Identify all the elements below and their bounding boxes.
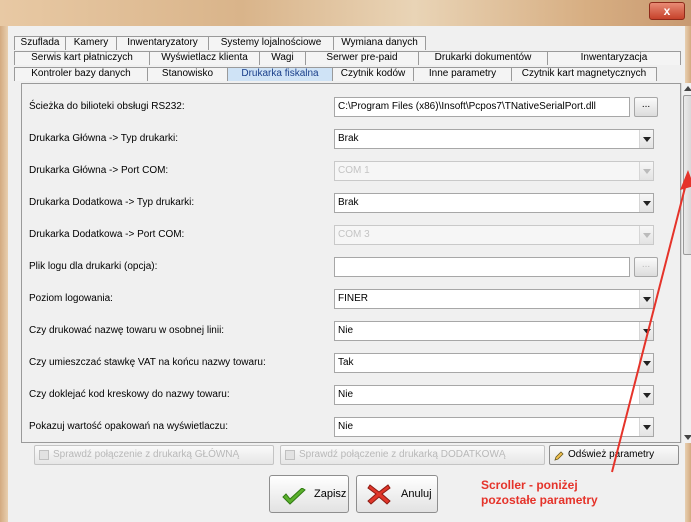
- tab-row-3: Kontroler bazy danych Stanowisko Drukark…: [14, 67, 657, 81]
- cross-icon: [367, 483, 391, 520]
- chevron-down-icon[interactable]: [639, 322, 653, 340]
- select-value: Brak: [338, 197, 359, 208]
- tab-inne-parametry[interactable]: Inne parametry: [413, 67, 512, 81]
- select-value: Tak: [338, 357, 354, 368]
- checkmark-icon: [282, 485, 306, 521]
- param-row: Poziom logowania: FINER: [22, 284, 662, 316]
- item-name-separate-line-select[interactable]: Nie: [334, 321, 654, 341]
- tab-row-2: Serwis kart płatniczych Wyświetlacz klie…: [14, 51, 681, 65]
- chevron-down-icon: [639, 162, 653, 180]
- select-value: Nie: [338, 389, 354, 400]
- annotation-line-1: Scroller - poniżej: [481, 478, 578, 492]
- param-label: Czy doklejać kod kreskowy do nazwy towar…: [29, 389, 230, 400]
- chevron-down-icon[interactable]: [639, 386, 653, 404]
- param-row: Drukarka Główna -> Port COM: COM 1: [22, 156, 662, 188]
- param-label: Pokazuj wartość opakowań na wyświetlaczu…: [29, 421, 228, 432]
- select-value: Nie: [338, 421, 354, 432]
- tab-wyswietlacz-klienta[interactable]: Wyświetlacz klienta: [149, 51, 260, 65]
- param-row: Ścieżka do bilioteki obsługi RS232: C:\P…: [22, 92, 662, 124]
- chevron-down-icon[interactable]: [639, 194, 653, 212]
- param-label: Plik logu dla drukarki (opcja):: [29, 261, 158, 272]
- check-extra-printer-button: Sprawdź połączenie z drukarką DODATKOWĄ: [280, 445, 545, 465]
- printer-icon: [285, 450, 295, 460]
- append-barcode-select[interactable]: Nie: [334, 385, 654, 405]
- select-value: COM 3: [338, 229, 370, 240]
- tab-czytnik-kodow[interactable]: Czytnik kodów: [332, 67, 414, 81]
- rs232-library-path-field[interactable]: C:\Program Files (x86)\Insoft\Pcpos7\TNa…: [334, 97, 630, 117]
- param-row: Pokazuj wartość opakowań na wyświetlaczu…: [22, 412, 662, 442]
- scroll-up-icon[interactable]: [684, 86, 691, 91]
- tab-drukarki-dokumentow[interactable]: Drukarki dokumentów: [418, 51, 548, 65]
- parameters-scrollbar[interactable]: [681, 83, 691, 443]
- param-label: Czy drukować nazwę towaru w osobnej lini…: [29, 325, 225, 336]
- printer-log-file-field[interactable]: [334, 257, 630, 277]
- button-label: Sprawdź połączenie z drukarką DODATKOWĄ: [299, 449, 506, 460]
- vat-at-name-end-select[interactable]: Tak: [334, 353, 654, 373]
- chevron-down-icon[interactable]: [639, 130, 653, 148]
- tab-systemy-lojalnosciowe[interactable]: Systemy lojalnościowe: [208, 36, 334, 50]
- save-button[interactable]: Zapisz: [269, 475, 349, 513]
- select-value: Nie: [338, 325, 354, 336]
- tab-drukarka-fiskalna[interactable]: Drukarka fiskalna: [227, 67, 333, 81]
- cancel-button[interactable]: Anuluj: [356, 475, 438, 513]
- tab-row-1: Szuflada Kamery Inwentaryzatory Systemy …: [14, 36, 426, 50]
- scrollbar-thumb[interactable]: [683, 95, 691, 255]
- param-row: Czy umieszczać stawkę VAT na końcu nazwy…: [22, 348, 662, 380]
- extra-printer-com-select: COM 3: [334, 225, 654, 245]
- param-row: Drukarka Dodatkowa -> Port COM: COM 3: [22, 220, 662, 252]
- pencil-icon: [554, 450, 564, 461]
- tab-kamery[interactable]: Kamery: [65, 36, 117, 50]
- tab-wagi[interactable]: Wagi: [259, 51, 306, 65]
- chevron-down-icon: [639, 226, 653, 244]
- button-label: Odśwież parametry: [568, 449, 655, 460]
- button-label: Zapisz: [314, 488, 347, 500]
- param-label: Poziom logowania:: [29, 293, 113, 304]
- tab-kontroler-bazy[interactable]: Kontroler bazy danych: [14, 67, 148, 81]
- param-label: Ścieżka do bilioteki obsługi RS232:: [29, 101, 185, 112]
- log-level-select[interactable]: FINER: [334, 289, 654, 309]
- button-label: Sprawdź połączenie z drukarką GŁÓWNĄ: [53, 449, 240, 460]
- param-label: Czy umieszczać stawkę VAT na końcu nazwy…: [29, 357, 266, 368]
- param-row: Drukarka Główna -> Typ drukarki: Brak: [22, 124, 662, 156]
- tab-czytnik-kart[interactable]: Czytnik kart magnetycznych: [511, 67, 657, 81]
- main-printer-type-select[interactable]: Brak: [334, 129, 654, 149]
- close-button[interactable]: x: [649, 2, 685, 20]
- chevron-down-icon[interactable]: [639, 290, 653, 308]
- parameters-panel: Ścieżka do bilioteki obsługi RS232: C:\P…: [21, 83, 681, 443]
- tab-serwis-kart[interactable]: Serwis kart płatniczych: [14, 51, 150, 65]
- extra-printer-type-select[interactable]: Brak: [334, 193, 654, 213]
- param-row: Czy drukować nazwę towaru w osobnej lini…: [22, 316, 662, 348]
- window-frame-left: [0, 26, 8, 522]
- tab-wymiana-danych[interactable]: Wymiana danych: [333, 36, 426, 50]
- param-row: Czy doklejać kod kreskowy do nazwy towar…: [22, 380, 662, 412]
- chevron-down-icon[interactable]: [639, 354, 653, 372]
- tab-serwer-pre-paid[interactable]: Serwer pre-paid: [305, 51, 419, 65]
- tab-inwentaryzacja[interactable]: Inwentaryzacja: [547, 51, 681, 65]
- button-label: Anuluj: [401, 488, 432, 500]
- main-printer-com-select: COM 1: [334, 161, 654, 181]
- check-main-printer-button: Sprawdź połączenie z drukarką GŁÓWNĄ: [34, 445, 274, 465]
- tab-szuflada[interactable]: Szuflada: [14, 36, 66, 50]
- packaging-value-display-select[interactable]: Nie: [334, 417, 654, 437]
- rs232-browse-button[interactable]: ...: [634, 97, 658, 117]
- log-file-browse-button[interactable]: ...: [634, 257, 658, 277]
- tab-inwentaryzatory[interactable]: Inwentaryzatory: [116, 36, 209, 50]
- tab-stanowisko[interactable]: Stanowisko: [147, 67, 228, 81]
- param-row: Plik logu dla drukarki (opcja): ...: [22, 252, 662, 284]
- select-value: COM 1: [338, 165, 370, 176]
- chevron-down-icon[interactable]: [639, 418, 653, 436]
- title-bar: x: [0, 0, 691, 26]
- annotation-line-2: pozostałe parametry: [481, 493, 598, 507]
- scroll-down-icon[interactable]: [684, 435, 691, 440]
- param-label: Drukarka Główna -> Port COM:: [29, 165, 169, 176]
- param-label: Drukarka Główna -> Typ drukarki:: [29, 133, 179, 144]
- refresh-parameters-button[interactable]: Odśwież parametry: [549, 445, 679, 465]
- select-value: Brak: [338, 133, 359, 144]
- select-value: FINER: [338, 293, 368, 304]
- printer-icon: [39, 450, 49, 460]
- param-label: Drukarka Dodatkowa -> Typ drukarki:: [29, 197, 195, 208]
- param-label: Drukarka Dodatkowa -> Port COM:: [29, 229, 185, 240]
- param-row: Drukarka Dodatkowa -> Typ drukarki: Brak: [22, 188, 662, 220]
